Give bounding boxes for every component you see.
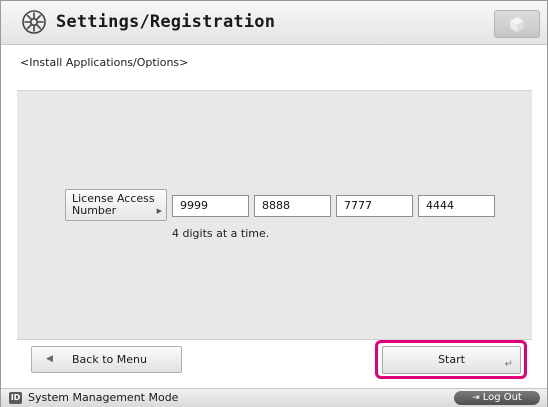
start-button-label: Start bbox=[438, 353, 465, 366]
back-arrow-icon: ◀ bbox=[46, 354, 53, 364]
back-button-label: Back to Menu bbox=[72, 353, 147, 366]
status-bar: ID System Management Mode ⇥ Log Out bbox=[1, 388, 547, 407]
header-bar: Settings/Registration bbox=[1, 1, 547, 45]
system-mode-text: System Management Mode bbox=[28, 391, 179, 404]
hint-text: 4 digits at a time. bbox=[172, 227, 270, 240]
cube-icon bbox=[510, 17, 524, 32]
license-field-1[interactable]: 9999 bbox=[172, 195, 249, 217]
logout-icon: ⇥ bbox=[472, 393, 480, 403]
log-out-button[interactable]: ⇥ Log Out bbox=[454, 391, 540, 405]
page-subtitle: <Install Applications/Options> bbox=[20, 56, 189, 69]
license-access-number-label[interactable]: License Access Number ▶ bbox=[65, 189, 167, 221]
license-field-3[interactable]: 7777 bbox=[336, 195, 413, 217]
log-out-label: Log Out bbox=[482, 392, 522, 403]
id-badge: ID bbox=[9, 392, 22, 404]
back-to-menu-button[interactable]: ◀ Back to Menu bbox=[31, 346, 182, 373]
enter-icon: ↵ bbox=[504, 359, 513, 370]
page-title: Settings/Registration bbox=[56, 12, 276, 32]
license-field-2[interactable]: 8888 bbox=[254, 195, 331, 217]
triangle-right-icon: ▶ bbox=[156, 207, 162, 215]
license-label-text: License Access Number bbox=[72, 192, 155, 217]
corner-button[interactable] bbox=[494, 10, 540, 38]
start-button[interactable]: Start ↵ bbox=[382, 346, 521, 374]
license-field-4[interactable]: 4444 bbox=[418, 195, 495, 217]
settings-gear-icon bbox=[22, 10, 46, 34]
